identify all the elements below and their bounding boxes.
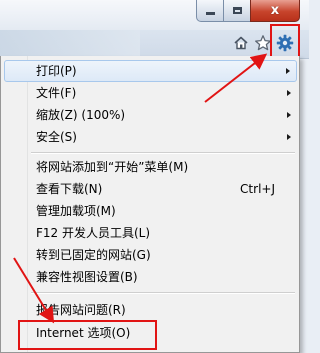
menu-item-report-problem[interactable]: 报告网站问题(R) bbox=[4, 299, 297, 321]
menu-item-zoom[interactable]: 缩放(Z) (100%) bbox=[4, 104, 297, 126]
menu-item-label: 管理加载项(M) bbox=[36, 204, 116, 218]
menu-item-file[interactable]: 文件(F) bbox=[4, 82, 297, 104]
submenu-arrow-icon bbox=[287, 112, 291, 118]
menu-item-view-downloads[interactable]: 查看下载(N) Ctrl+J bbox=[4, 178, 297, 200]
minimize-button[interactable] bbox=[196, 0, 224, 22]
menu-item-label: 报告网站问题(R) bbox=[36, 303, 126, 317]
menu-item-label: 查看下载(N) bbox=[36, 182, 103, 196]
menu-item-shortcut: Ctrl+J bbox=[240, 182, 275, 196]
menu-item-manage-addons[interactable]: 管理加载项(M) bbox=[4, 200, 297, 222]
menu-item-compat-view[interactable]: 兼容性视图设置(B) bbox=[4, 266, 297, 288]
close-button[interactable]: x bbox=[250, 0, 300, 22]
menu-item-print[interactable]: 打印(P) bbox=[4, 60, 297, 82]
menu-item-label: 转到已固定的网站(G) bbox=[36, 248, 151, 262]
menu-separator bbox=[31, 292, 295, 294]
menu-item-add-to-start[interactable]: 将网站添加到“开始”菜单(M) bbox=[4, 156, 297, 178]
minimize-icon bbox=[205, 12, 215, 15]
menu-item-label: 文件(F) bbox=[36, 86, 77, 100]
menu-item-label: 安全(S) bbox=[36, 130, 77, 144]
menu-item-pinned-sites[interactable]: 转到已固定的网站(G) bbox=[4, 244, 297, 266]
menu-item-label: 将网站添加到“开始”菜单(M) bbox=[36, 160, 189, 174]
menu-item-label: 兼容性视图设置(B) bbox=[36, 270, 138, 284]
menu-item-label: 缩放(Z) (100%) bbox=[36, 108, 126, 122]
menu-item-label: 打印(P) bbox=[36, 64, 77, 78]
submenu-arrow-icon bbox=[287, 134, 291, 140]
menu-item-dev-tools[interactable]: F12 开发人员工具(L) bbox=[4, 222, 297, 244]
menu-item-label: F12 开发人员工具(L) bbox=[36, 226, 151, 240]
home-icon[interactable] bbox=[230, 32, 252, 54]
tools-menu: 打印(P) 文件(F) 缩放(Z) (100%) 安全(S) 将网站添加到“开始… bbox=[0, 56, 300, 353]
menu-item-safety[interactable]: 安全(S) bbox=[4, 126, 297, 148]
menu-separator bbox=[31, 152, 295, 154]
submenu-arrow-icon bbox=[286, 68, 290, 74]
submenu-arrow-icon bbox=[287, 90, 291, 96]
address-area bbox=[0, 30, 140, 58]
close-icon: x bbox=[270, 3, 280, 18]
maximize-icon bbox=[232, 7, 242, 14]
maximize-button[interactable] bbox=[223, 0, 251, 22]
internet-options-highlight-box bbox=[18, 320, 157, 350]
gear-highlight-box bbox=[270, 24, 300, 60]
